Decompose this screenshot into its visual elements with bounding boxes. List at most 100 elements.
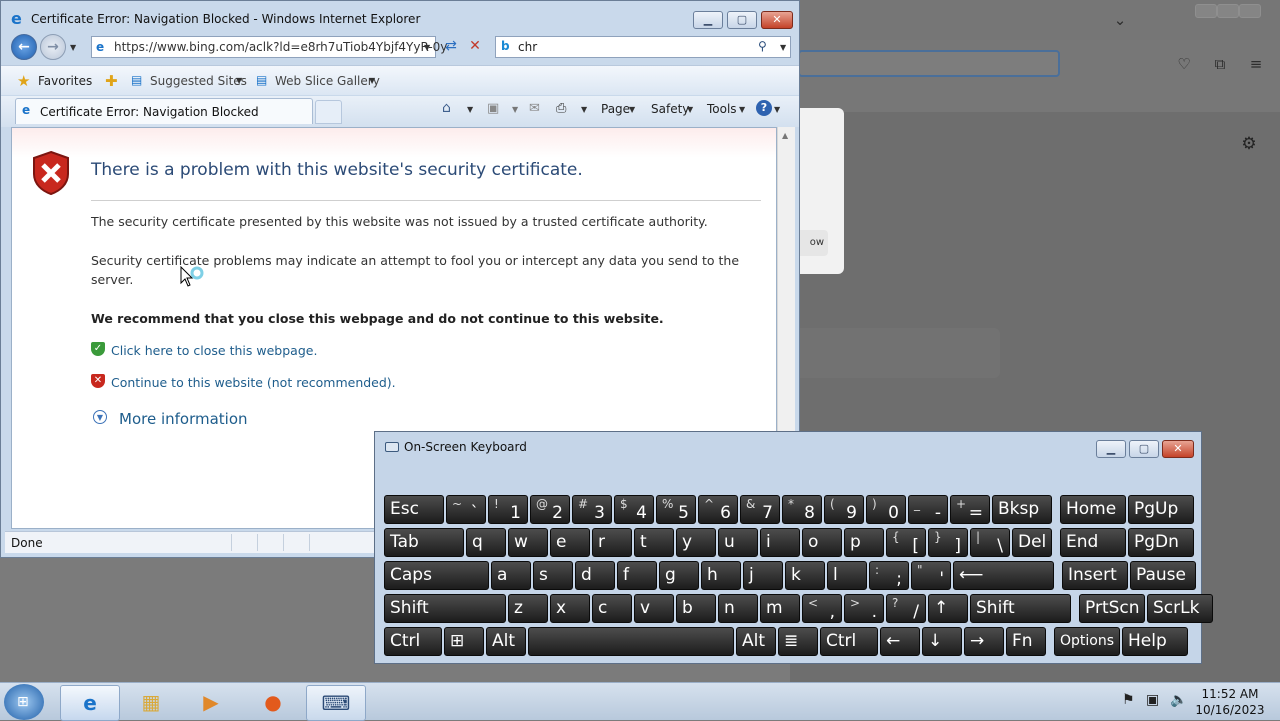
- key-9[interactable]: (9: [824, 495, 864, 524]
- key-Shift[interactable]: Shift: [384, 594, 506, 623]
- expand-icon[interactable]: ▼: [93, 410, 107, 424]
- read-mail-icon[interactable]: ✉: [529, 101, 540, 116]
- key-s[interactable]: s: [533, 561, 573, 590]
- search-dropdown-icon[interactable]: ▼: [780, 43, 786, 52]
- clock-date[interactable]: 10/16/2023: [1190, 703, 1270, 717]
- stop-icon[interactable]: ✕: [465, 38, 485, 56]
- key-d[interactable]: d: [575, 561, 615, 590]
- key-symbol[interactable]: ⊞: [444, 627, 484, 656]
- taskbar-explorer-icon[interactable]: ▦: [122, 685, 180, 719]
- key-h[interactable]: h: [701, 561, 741, 590]
- chevron-down-icon[interactable]: ⌄: [1110, 10, 1130, 30]
- active-tab[interactable]: e Certificate Error: Navigation Blocked: [15, 98, 313, 124]
- key-b[interactable]: b: [676, 594, 716, 623]
- extensions-icon[interactable]: ⧉: [1210, 54, 1230, 74]
- minimize-button[interactable]: [1195, 4, 1217, 18]
- key-Del[interactable]: Del: [1012, 528, 1052, 557]
- key-symbol[interactable]: _ -: [908, 495, 948, 524]
- key-symbol[interactable]: :;: [869, 561, 909, 590]
- search-icon[interactable]: ⚲: [758, 39, 767, 53]
- favorites-button[interactable]: Favorites: [38, 74, 92, 88]
- home-dropdown-icon[interactable]: ▼: [467, 105, 473, 114]
- key-Alt[interactable]: Alt: [736, 627, 776, 656]
- continue-to-website-link[interactable]: Continue to this website (not recommende…: [111, 375, 396, 390]
- page-menu-dropdown-icon[interactable]: ▼: [629, 105, 635, 114]
- key-c[interactable]: c: [592, 594, 632, 623]
- key-z[interactable]: z: [508, 594, 548, 623]
- key-y[interactable]: y: [676, 528, 716, 557]
- taskbar-firefox-icon[interactable]: ●: [244, 685, 302, 719]
- web-slice-gallery-button[interactable]: Web Slice Gallery: [275, 74, 380, 88]
- key-Caps[interactable]: Caps: [384, 561, 489, 590]
- key-symbol[interactable]: | \: [970, 528, 1010, 557]
- key-symbol[interactable]: }]: [928, 528, 968, 557]
- key-Home[interactable]: Home: [1060, 495, 1126, 524]
- key-k[interactable]: k: [785, 561, 825, 590]
- address-dropdown-icon[interactable]: ▼: [424, 43, 430, 52]
- help-icon[interactable]: ?: [756, 100, 772, 116]
- key-p[interactable]: p: [844, 528, 884, 557]
- safety-menu-dropdown-icon[interactable]: ▼: [687, 105, 693, 114]
- scroll-up-icon[interactable]: ▲: [782, 131, 788, 140]
- key-5[interactable]: % 5: [656, 495, 696, 524]
- key-symbol[interactable]: ↑: [928, 594, 968, 623]
- key-space[interactable]: [528, 627, 734, 656]
- key-w[interactable]: w: [508, 528, 548, 557]
- key-6[interactable]: ^ 6: [698, 495, 738, 524]
- recent-pages-dropdown[interactable]: ▼: [70, 43, 76, 52]
- tools-menu-dropdown-icon[interactable]: ▼: [739, 105, 745, 114]
- safety-menu[interactable]: Safety: [651, 102, 689, 116]
- key-symbol[interactable]: →: [964, 627, 1004, 656]
- key-m[interactable]: m: [760, 594, 800, 623]
- key-o[interactable]: o: [802, 528, 842, 557]
- print-icon[interactable]: ⎙: [556, 101, 566, 116]
- start-button[interactable]: ⊞: [4, 684, 44, 720]
- key-v[interactable]: v: [634, 594, 674, 623]
- key-r[interactable]: r: [592, 528, 632, 557]
- key-Shift[interactable]: Shift: [970, 594, 1071, 623]
- forward-button[interactable]: →: [40, 34, 66, 60]
- key-symbol[interactable]: ←: [880, 627, 920, 656]
- key-Options[interactable]: Options: [1054, 627, 1120, 656]
- add-favorites-icon[interactable]: ✚: [105, 72, 118, 90]
- key-symbol[interactable]: " ': [911, 561, 951, 590]
- settings-gear-icon[interactable]: ⚙: [1239, 134, 1259, 154]
- key-symbol[interactable]: ↓: [922, 627, 962, 656]
- key-Insert[interactable]: Insert: [1062, 561, 1128, 590]
- home-icon[interactable]: ⌂: [442, 100, 451, 116]
- network-icon[interactable]: ▣: [1146, 692, 1159, 708]
- taskbar-media-player-icon[interactable]: ▶: [182, 685, 240, 719]
- minimize-button[interactable]: ▁: [693, 11, 723, 29]
- help-dropdown-icon[interactable]: ▼: [774, 105, 780, 114]
- key-symbol[interactable]: ≣: [778, 627, 818, 656]
- refresh-icon[interactable]: ⇄: [441, 38, 461, 56]
- key-l[interactable]: l: [827, 561, 867, 590]
- key-symbol[interactable]: <,: [802, 594, 842, 623]
- clock-time[interactable]: 11:52 AM: [1190, 687, 1270, 701]
- action-center-flag-icon[interactable]: ⚑: [1122, 692, 1135, 708]
- key-PrtScn[interactable]: PrtScn: [1079, 594, 1145, 623]
- key-Pause[interactable]: Pause: [1130, 561, 1196, 590]
- key-symbol[interactable]: ⟵: [953, 561, 1054, 590]
- address-field[interactable]: e https://www.bing.com/aclk?ld=e8rh7uTio…: [91, 36, 447, 58]
- feeds-icon[interactable]: ▣: [487, 101, 499, 116]
- key-symbol[interactable]: >.: [844, 594, 884, 623]
- pocket-icon[interactable]: ♡: [1174, 54, 1194, 74]
- feeds-dropdown-icon[interactable]: ▼: [512, 105, 518, 114]
- restore-button[interactable]: [1217, 4, 1239, 18]
- key-f[interactable]: f: [617, 561, 657, 590]
- more-information-link[interactable]: More information: [119, 410, 248, 428]
- key-7[interactable]: & 7: [740, 495, 780, 524]
- key-e[interactable]: e: [550, 528, 590, 557]
- key-t[interactable]: t: [634, 528, 674, 557]
- taskbar-ie-icon[interactable]: e: [60, 685, 120, 721]
- key-0[interactable]: ) 0: [866, 495, 906, 524]
- key-u[interactable]: u: [718, 528, 758, 557]
- back-button[interactable]: ←: [11, 34, 37, 60]
- key-4[interactable]: $4: [614, 495, 654, 524]
- key-Esc[interactable]: Esc: [384, 495, 444, 524]
- key-2[interactable]: @2: [530, 495, 570, 524]
- menu-icon[interactable]: ≡: [1246, 54, 1266, 74]
- key-8[interactable]: * 8: [782, 495, 822, 524]
- suggested-sites-button[interactable]: Suggested Sites: [150, 74, 247, 88]
